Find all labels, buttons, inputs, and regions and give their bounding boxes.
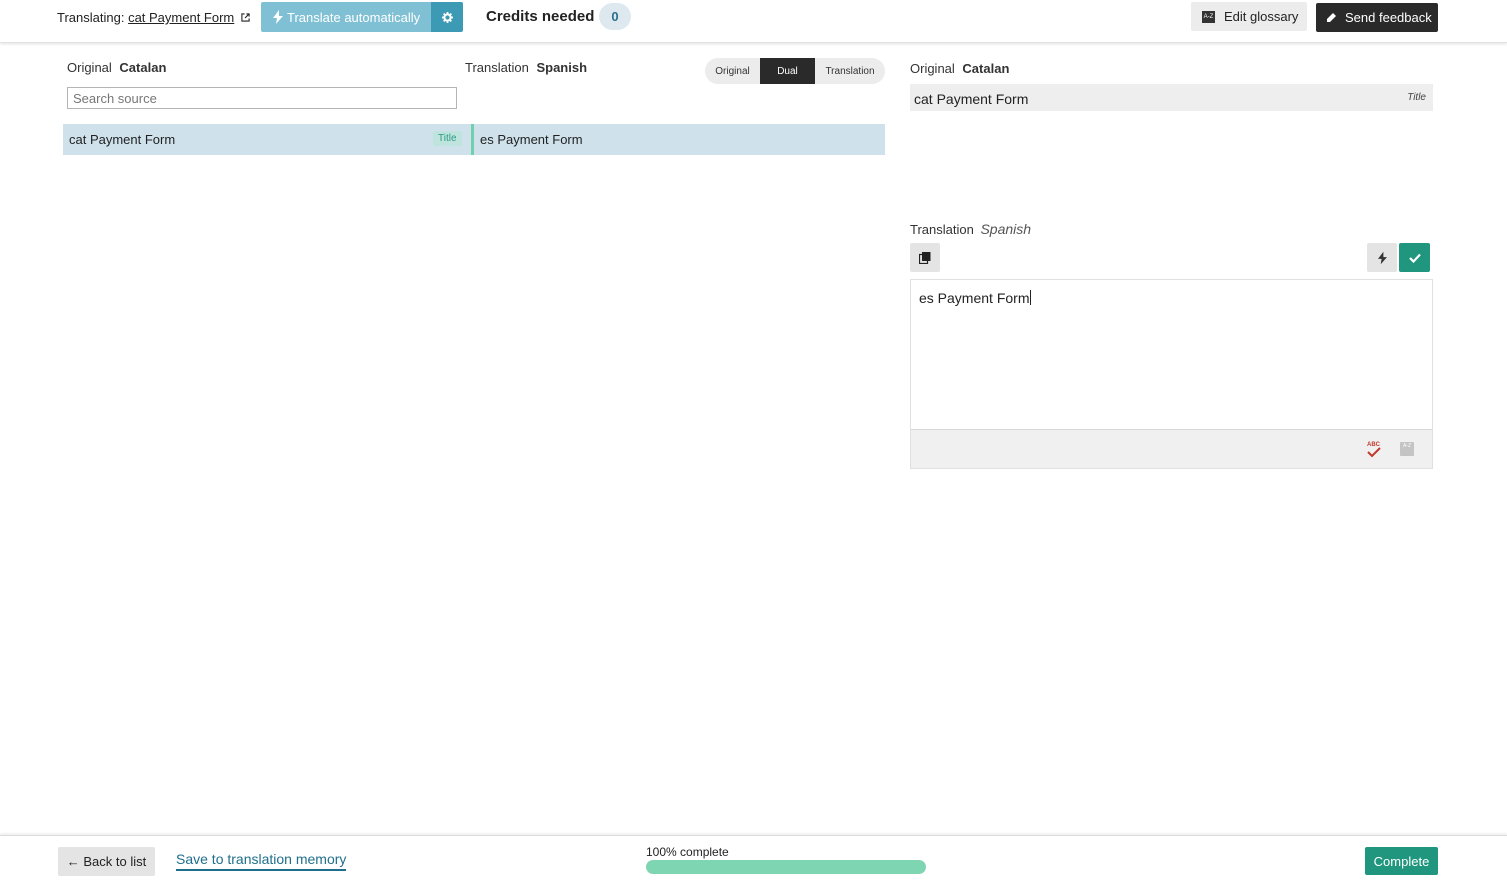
back-to-list-button[interactable]: ← Back to list [58,847,155,876]
document-link[interactable]: cat Payment Form [128,10,234,25]
left-original-language: Catalan [119,60,167,75]
text-cursor [1030,290,1032,305]
segment-target-text: es Payment Form [480,132,583,147]
original-type-tag: Title [1407,92,1426,103]
left-translation-language: Spanish [536,60,588,75]
view-dual-option[interactable]: Dual [760,58,815,84]
external-link-icon[interactable] [241,13,250,22]
right-translation-header: Translation Spanish [910,221,1031,237]
translating-prefix: Translating: [57,10,125,25]
translate-automatically-label: Translate automatically [287,9,421,25]
progress-bar [646,860,926,874]
original-text-box: cat Payment Form Title [910,84,1433,111]
gear-icon [441,11,453,23]
view-original-option[interactable]: Original [705,58,760,84]
lightning-icon [273,10,283,24]
send-feedback-button[interactable]: Send feedback [1316,3,1438,32]
left-original-header: Original Catalan [67,60,166,75]
progress-bar-fill [646,860,926,874]
right-original-header: Original Catalan [910,61,1009,76]
search-source-input[interactable] [67,87,457,109]
send-feedback-label: Send feedback [1345,10,1432,25]
edit-glossary-button[interactable]: A-Z Edit glossary [1191,2,1307,31]
spellcheck-icon[interactable]: ABC [1366,439,1382,459]
left-translation-header: Translation Spanish [465,60,587,75]
left-original-label: Original [67,60,112,75]
credits-count-badge: 0 [599,3,631,30]
editor-toolbar: ABC A-Z [910,429,1433,469]
copy-source-button[interactable] [910,243,940,272]
right-translation-label: Translation [910,222,974,237]
original-text: cat Payment Form [914,91,1029,107]
segment-row[interactable]: cat Payment Form Title es Payment Form [63,124,885,155]
check-icon [1408,253,1421,263]
lightning-icon [1377,251,1387,264]
segment-source-text: cat Payment Form [69,132,176,147]
svg-text:ABC: ABC [1367,442,1381,448]
copy-icon [919,251,931,264]
right-translation-language: Spanish [980,221,1032,237]
translating-label: Translating: cat Payment Form [57,10,250,25]
glossary-book-icon: A-Z [1202,10,1215,23]
complete-button[interactable]: Complete [1365,847,1438,875]
right-original-label: Original [910,61,955,76]
save-to-translation-memory-link[interactable]: Save to translation memory [176,851,347,871]
progress-label: 100% complete [646,845,729,859]
glossary-icon[interactable]: A-Z [1400,442,1414,456]
credits-needed-label: Credits needed [486,8,595,25]
left-translation-label: Translation [465,60,529,75]
segment-status-divider [471,124,474,155]
view-mode-toggle: Original Dual Translation [705,58,885,84]
view-translation-option[interactable]: Translation [815,58,885,84]
auto-translate-settings-button[interactable] [431,2,463,32]
translation-editor[interactable]: es Payment Form [910,279,1433,430]
bottom-bar: ← Back to list Save to translation memor… [0,835,1507,881]
machine-translate-button[interactable] [1367,243,1397,272]
top-bar: Translating: cat Payment Form Translate … [0,0,1507,43]
translation-text: es Payment Form [919,290,1032,306]
translate-automatically-group: Translate automatically [261,2,463,32]
translation-text-value: es Payment Form [919,290,1030,306]
right-original-language: Catalan [962,61,1010,76]
translate-automatically-button[interactable]: Translate automatically [261,2,431,32]
confirm-translation-button[interactable] [1399,243,1430,272]
pencil-icon [1327,12,1336,22]
segment-type-tag: Title [433,131,462,146]
edit-glossary-label: Edit glossary [1224,9,1299,24]
